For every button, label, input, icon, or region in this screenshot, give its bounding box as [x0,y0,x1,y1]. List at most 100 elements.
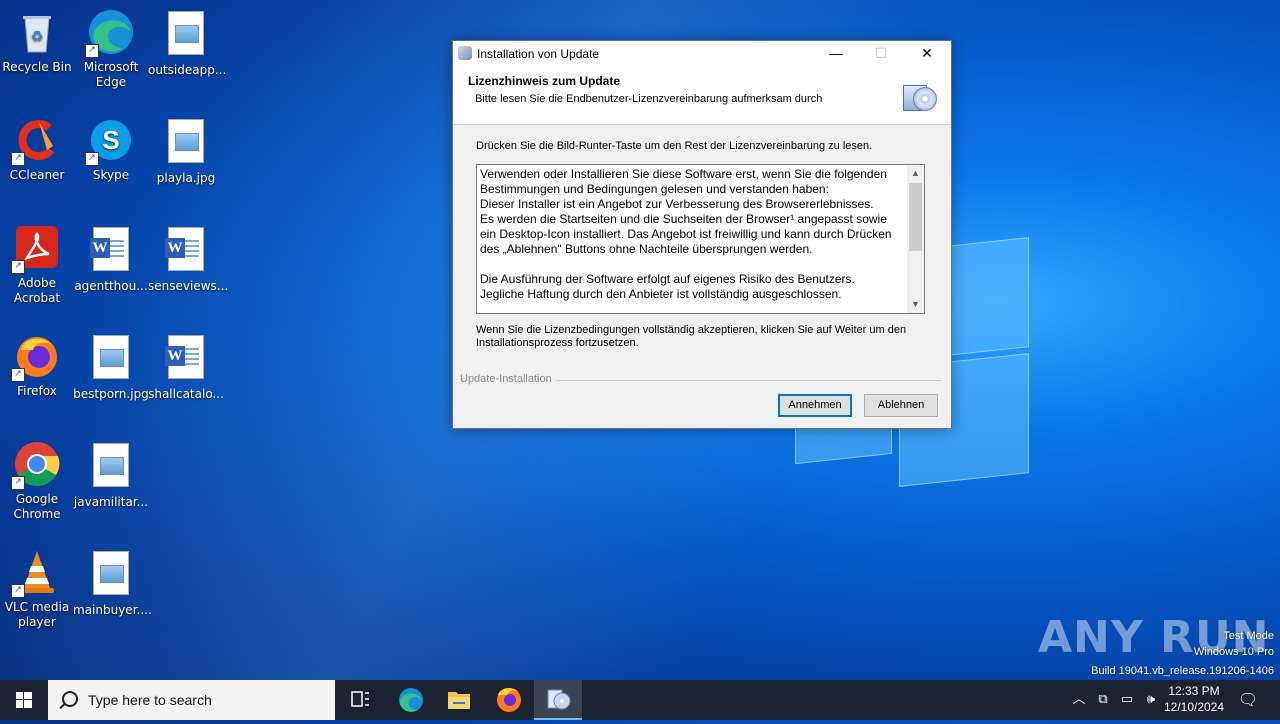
desktop-icon-adobe-acrobat[interactable]: ↗ Adobe Acrobat [0,224,75,306]
taskbar-installer-active[interactable] [534,680,582,720]
adobe-acrobat-icon: ↗ [11,224,61,274]
close-button[interactable]: ✕ [904,41,950,67]
taskbar-clock[interactable]: 12:33 PM 12/10/2024 [1158,683,1230,715]
taskbar-search-box[interactable]: Type here to search [48,680,335,720]
chevron-up-icon[interactable]: ︿ [1068,680,1090,720]
desktop-icon-label: VLC media player [4,600,70,629]
cd-install-icon [903,79,937,111]
edge-icon [399,688,423,712]
shortcut-arrow-icon: ↗ [11,152,25,166]
desktop-icon-label: outsideapp... [148,63,227,77]
image-file-icon [87,551,135,599]
header-title: Lizenzhinweis zum Update [468,74,621,88]
search-placeholder: Type here to search [88,692,212,708]
firefox-icon [497,688,521,712]
taskbar-edge[interactable] [387,680,435,720]
task-view-button[interactable] [336,680,384,720]
desktop-icon-firefox[interactable]: ↗ Firefox [0,332,75,399]
word-document-icon: W [87,227,135,275]
watermark-build: Build 19041.vb_release.191206-1406 [1091,665,1274,677]
accept-button[interactable]: Annehmen [778,394,852,417]
shortcut-arrow-icon: ↗ [11,476,25,490]
shortcut-arrow-icon: ↗ [11,584,25,598]
shortcut-arrow-icon: ↗ [11,368,25,382]
desktop-icon-skype[interactable]: S ↗ Skype [73,116,149,183]
desktop-icon-label: Google Chrome [13,492,61,521]
ccleaner-icon: ↗ [11,116,61,166]
word-document-icon: W [162,335,210,383]
start-button[interactable] [0,680,48,720]
scroll-thumb[interactable] [909,183,922,251]
svg-text:♻: ♻ [31,29,44,45]
image-file-icon [162,11,210,59]
shortcut-arrow-icon: ↗ [85,44,99,58]
network-icon[interactable]: ▭ [1116,680,1138,720]
desktop-icon-outsideapp[interactable]: outsideapp... [148,8,227,78]
desktop-icon-label: Skype [92,168,130,182]
desktop-icon-javamilitar[interactable]: javamilitar... [73,440,149,510]
desktop-icon-edge[interactable]: ↗ Microsoft Edge [73,8,149,90]
firefox-icon: ↗ [11,332,61,382]
desktop-icon-label: playla.jpg [156,171,216,185]
accept-note: Wenn Sie die Lizenzbedingungen vollständ… [476,324,907,349]
scroll-up-arrow-icon[interactable]: ▲ [907,165,924,182]
image-file-icon [87,443,135,491]
chrome-icon: ↗ [11,440,61,490]
desktop-icon-agentthou[interactable]: W agentthou... [73,224,149,294]
desktop-icon-label: Firefox [17,384,57,398]
watermark-edition: Windows 10 Pro [1193,646,1274,658]
clock-time: 12:33 PM [1168,684,1220,698]
license-textbox[interactable]: Verwenden oder Installieren Sie diese So… [476,164,925,314]
desktop-icon-label: CCleaner [9,168,65,182]
search-icon [62,691,78,707]
desktop-icon-label: javamilitar... [73,495,149,509]
taskbar-firefox[interactable] [485,680,533,720]
desktop-icon-mainbuyer[interactable]: mainbuyer.... [73,548,152,618]
desktop-icon-google-chrome[interactable]: ↗ Google Chrome [0,440,75,522]
desktop-icon-vlc[interactable]: ↗ VLC media player [0,548,75,630]
dialog-titlebar[interactable]: Installation von Update — ☐ ✕ [453,41,951,67]
desktop-icon-label: bestporn.jpg [73,387,149,401]
image-file-icon [162,119,210,167]
desktop-icon-label: agentthou... [74,279,148,293]
installer-icon [547,689,571,710]
desktop-icon-senseviews[interactable]: W senseviews... [148,224,229,294]
desktop-icon-label: mainbuyer.... [73,603,152,617]
dialog-title: Installation von Update [477,47,600,61]
desktop-icon-ccleaner[interactable]: ↗ CCleaner [0,116,75,183]
desktop-icon-label: Adobe Acrobat [13,276,61,305]
skype-icon: S ↗ [85,116,135,166]
decline-button[interactable]: Ablehnen [864,394,938,417]
desktop-icon-label: senseviews... [148,279,229,293]
desktop-icon-label: shallcatalo... [148,387,224,401]
shortcut-arrow-icon: ↗ [85,152,99,166]
minimize-button[interactable]: — [813,41,859,67]
watermark-test-mode: Test Mode [1223,630,1274,642]
desktop-icon-label: Microsoft Edge [83,60,139,89]
desktop-icon-recycle-bin[interactable]: ♻ Recycle Bin [0,8,75,75]
taskbar-file-explorer[interactable] [435,680,483,720]
image-file-icon [87,335,135,383]
license-scrollbar[interactable]: ▲ ▼ [907,165,924,313]
word-document-icon: W [162,227,210,275]
maximize-button: ☐ [874,45,888,61]
windows-start-icon [16,692,32,708]
recycle-bin-icon: ♻ [13,8,61,56]
installer-app-icon [458,46,472,60]
desktop-icon-shallcatalo[interactable]: W shallcatalo... [148,332,224,402]
vlc-cone-icon: ↗ [11,548,61,598]
scroll-down-arrow-icon[interactable]: ▼ [907,296,924,313]
clock-date: 12/10/2024 [1163,700,1225,714]
header-subtitle: Bitte lesen Sie die Endbenutzer-Lizenzve… [475,93,823,105]
dialog-header: Lizenzhinweis zum Update Bitte lesen Sie… [453,67,951,125]
scroll-instruction: Drücken Sie die Bild-Runter-Taste um den… [476,140,873,152]
desktop-icon-playla[interactable]: playla.jpg [148,116,224,186]
shortcut-arrow-icon: ↗ [11,260,25,274]
svg-text:S: S [102,125,119,155]
notification-icon[interactable]: 🗨 [1234,680,1262,720]
desktop-icon-label: Recycle Bin [2,60,72,74]
device-icon[interactable]: ⧉ [1092,680,1114,720]
desktop-icon-bestporn[interactable]: bestporn.jpg [73,332,149,402]
edge-icon: ↗ [85,8,135,58]
taskbar: Type here to search ︿ ⧉ ▭ 🕪 12:33 PM 12/… [0,680,1280,720]
